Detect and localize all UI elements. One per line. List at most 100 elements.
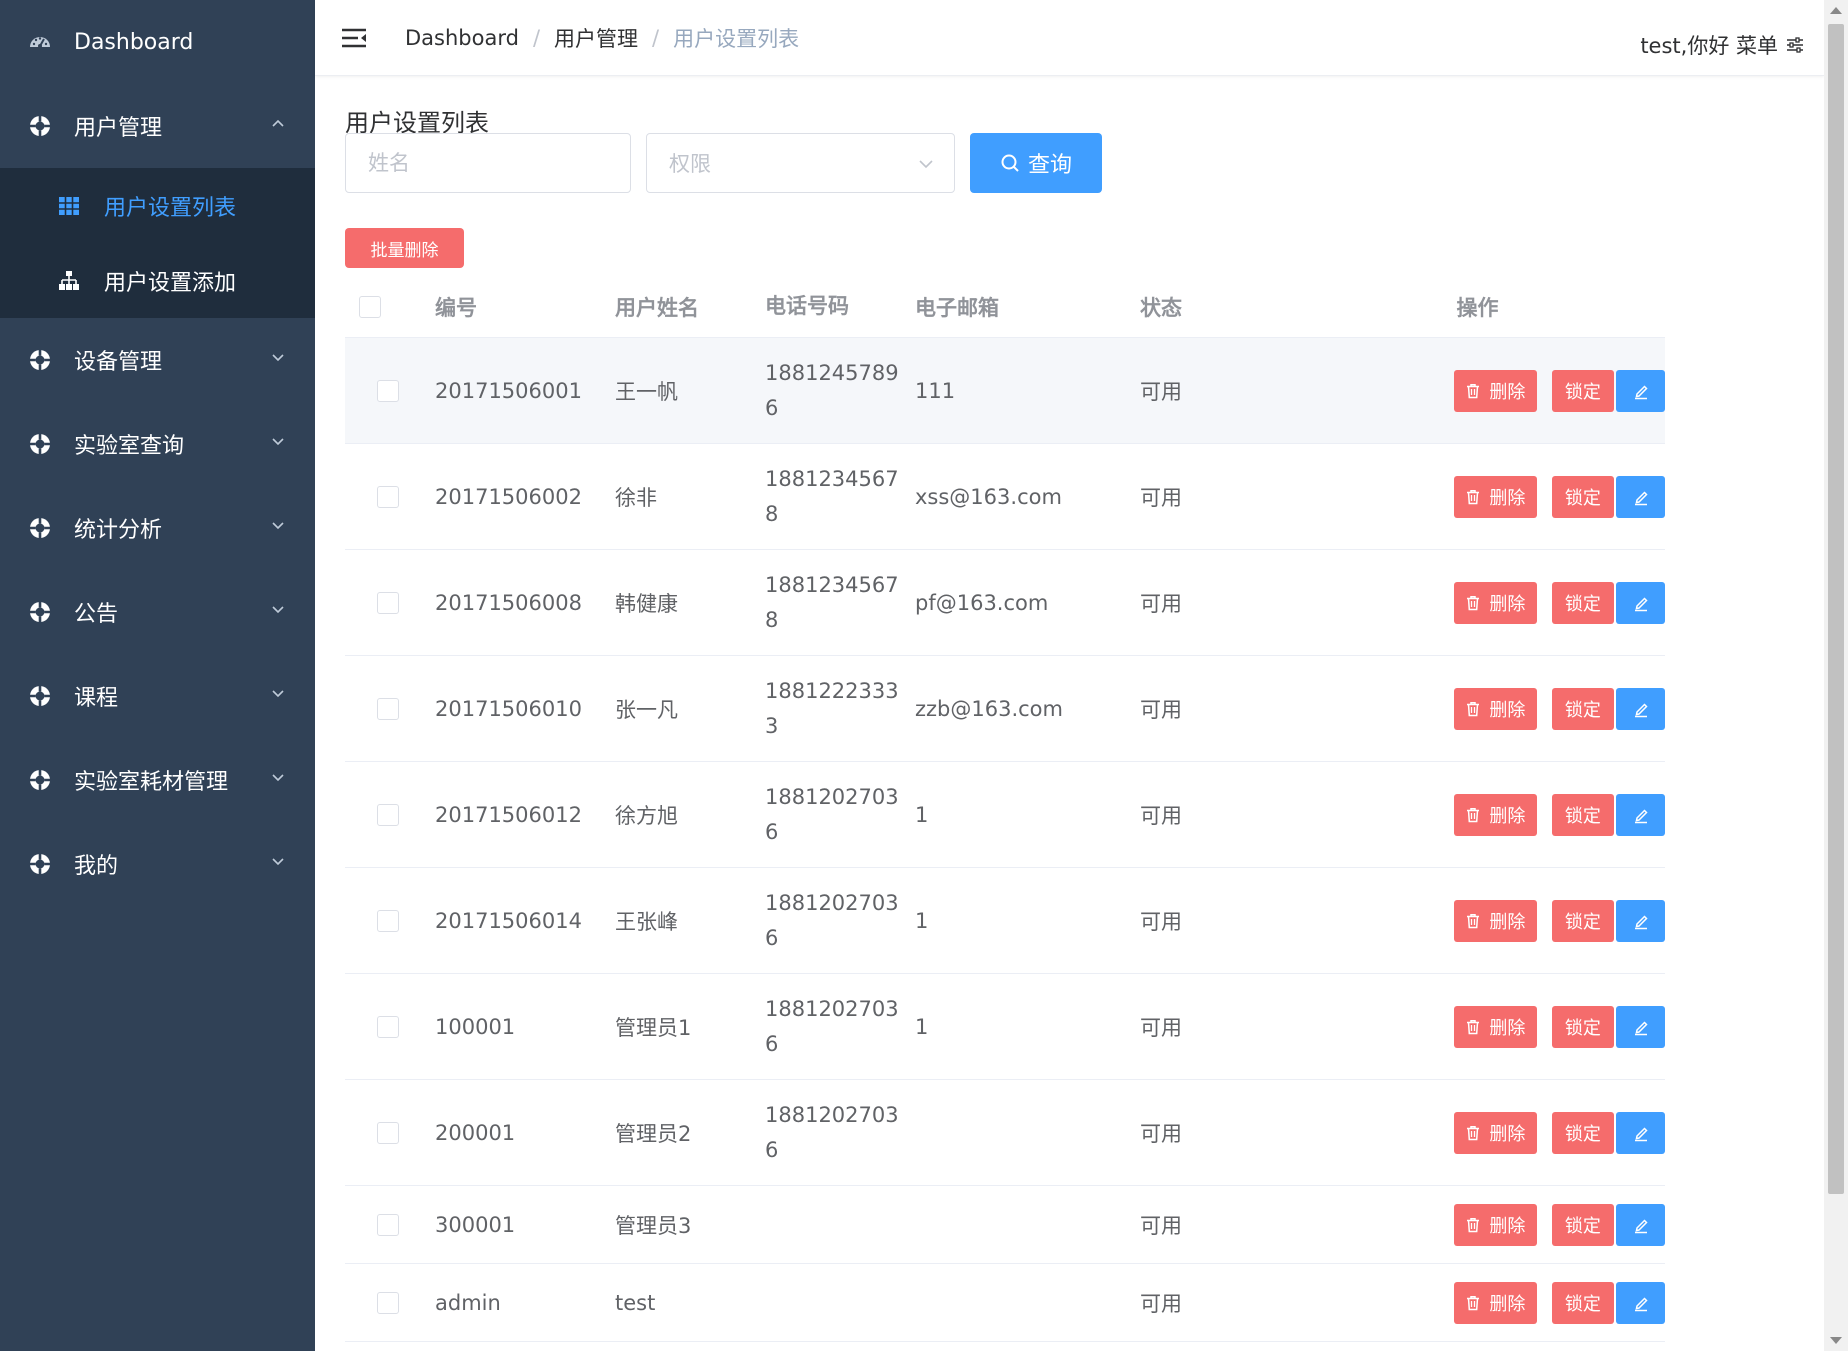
delete-button[interactable]: 删除 <box>1454 1203 1537 1246</box>
breadcrumb-item-dashboard[interactable]: Dashboard <box>405 26 519 50</box>
hamburger-menu-icon[interactable] <box>341 27 367 49</box>
cell-status: 可用 <box>1140 379 1182 404</box>
edit-button[interactable] <box>1616 687 1665 730</box>
delete-button[interactable]: 删除 <box>1454 899 1537 942</box>
cell-actions: 删除 锁定 <box>1290 1111 1665 1154</box>
lock-button[interactable]: 锁定 <box>1551 1281 1615 1324</box>
lock-button[interactable]: 锁定 <box>1551 475 1615 518</box>
row-checkbox[interactable] <box>377 697 399 720</box>
table-icon <box>58 195 80 217</box>
row-checkbox-cell <box>345 1291 435 1314</box>
row-checkbox[interactable] <box>377 1015 399 1038</box>
lifebuoy-icon <box>28 600 52 624</box>
edit-button[interactable] <box>1616 475 1665 518</box>
delete-button[interactable]: 删除 <box>1454 1281 1537 1324</box>
cell-id: 20171506001 <box>435 378 582 403</box>
cell-id: 300001 <box>435 1212 516 1237</box>
select-all-checkbox[interactable] <box>359 295 381 318</box>
cell-status: 可用 <box>1140 591 1182 616</box>
lock-button[interactable]: 锁定 <box>1551 1005 1615 1048</box>
sidebar-item-user-settings-add[interactable]: 用户设置添加 <box>0 243 315 318</box>
dashboard-icon <box>28 30 52 54</box>
sliders-icon <box>1787 37 1803 53</box>
delete-button[interactable]: 删除 <box>1454 687 1537 730</box>
edit-pencil-icon <box>1634 1126 1648 1141</box>
cell-phone: 18812223333 <box>765 678 899 738</box>
cell-name: 管理员2 <box>615 1121 692 1146</box>
delete-button-label: 删除 <box>1489 699 1526 721</box>
sidebar-item-mine[interactable]: 我的 <box>0 822 315 906</box>
chevron-down-icon <box>272 858 284 866</box>
cell-id: 20171506014 <box>435 908 582 933</box>
row-checkbox[interactable] <box>377 1291 399 1314</box>
delete-button[interactable]: 删除 <box>1454 581 1537 624</box>
cell-status: 可用 <box>1140 485 1182 510</box>
edit-button[interactable] <box>1616 1203 1665 1246</box>
row-checkbox[interactable] <box>377 803 399 826</box>
lock-button[interactable]: 锁定 <box>1551 581 1615 624</box>
delete-button-label: 删除 <box>1489 1017 1526 1039</box>
delete-button-label: 删除 <box>1489 1215 1526 1237</box>
trash-icon <box>1467 913 1480 928</box>
lock-button[interactable]: 锁定 <box>1551 369 1615 412</box>
query-button[interactable]: 查询 <box>970 133 1102 193</box>
sidebar-item-dashboard[interactable]: Dashboard <box>0 0 315 84</box>
name-search-input[interactable] <box>345 133 631 193</box>
delete-button[interactable]: 删除 <box>1454 1111 1537 1154</box>
sidebar-item-statistics[interactable]: 统计分析 <box>0 486 315 570</box>
edit-button[interactable] <box>1616 581 1665 624</box>
lock-button[interactable]: 锁定 <box>1551 793 1615 836</box>
delete-button[interactable]: 删除 <box>1454 1005 1537 1048</box>
cell-email: 111 <box>915 378 956 403</box>
edit-button[interactable] <box>1616 1005 1665 1048</box>
user-menu-dropdown[interactable]: test,你好 菜单 <box>1640 30 1804 60</box>
row-checkbox[interactable] <box>377 379 399 402</box>
edit-button[interactable] <box>1616 899 1665 942</box>
scroll-down-arrow-icon[interactable] <box>1830 1337 1842 1344</box>
cell-name: 韩健康 <box>615 591 678 616</box>
lock-button[interactable]: 锁定 <box>1551 1203 1615 1246</box>
cell-id: 100001 <box>435 1014 516 1039</box>
permission-select[interactable]: 权限 <box>646 133 955 193</box>
sidebar-item-courses[interactable]: 课程 <box>0 654 315 738</box>
batch-delete-button[interactable]: 批量删除 <box>345 228 464 268</box>
edit-button[interactable] <box>1616 1111 1665 1154</box>
table-row: 20171506001 王一帆 18812457896 111 可用 删除 锁定 <box>345 338 1665 444</box>
sidebar-item-user-management[interactable]: 用户管理 <box>0 84 315 168</box>
edit-button[interactable] <box>1616 369 1665 412</box>
page-scrollbar[interactable] <box>1824 0 1848 1351</box>
sidebar-item-lab-query[interactable]: 实验室查询 <box>0 402 315 486</box>
lock-button[interactable]: 锁定 <box>1551 1111 1615 1154</box>
trash-icon <box>1467 489 1480 504</box>
delete-button[interactable]: 删除 <box>1454 793 1537 836</box>
lifebuoy-icon <box>28 768 52 792</box>
scroll-up-arrow-icon[interactable] <box>1830 7 1842 14</box>
lock-button[interactable]: 锁定 <box>1551 687 1615 730</box>
edit-pencil-icon <box>1634 702 1648 717</box>
row-checkbox[interactable] <box>377 591 399 614</box>
cell-email: zzb@163.com <box>915 696 1063 721</box>
user-menu-label: test,你好 菜单 <box>1640 34 1778 58</box>
sidebar-item-announcements[interactable]: 公告 <box>0 570 315 654</box>
chevron-up-icon <box>272 119 284 127</box>
sidebar-item-device-management[interactable]: 设备管理 <box>0 318 315 402</box>
lock-button[interactable]: 锁定 <box>1551 899 1615 942</box>
cell-status: 可用 <box>1140 1015 1182 1040</box>
breadcrumb-item-user-management[interactable]: 用户管理 <box>554 23 638 53</box>
scrollbar-thumb[interactable] <box>1828 24 1844 1194</box>
row-checkbox[interactable] <box>377 1213 399 1236</box>
trash-icon <box>1467 701 1480 716</box>
row-checkbox[interactable] <box>377 1121 399 1144</box>
sidebar-item-label: 用户管理 <box>74 116 163 141</box>
sidebar-item-label: 统计分析 <box>74 518 163 543</box>
sidebar-item-lab-consumables[interactable]: 实验室耗材管理 <box>0 738 315 822</box>
sidebar-item-user-settings-list[interactable]: 用户设置列表 <box>0 168 315 243</box>
edit-button[interactable] <box>1616 793 1665 836</box>
edit-button[interactable] <box>1616 1281 1665 1324</box>
table-body: 20171506001 王一帆 18812457896 111 可用 删除 锁定 201715… <box>345 338 1665 1342</box>
row-checkbox[interactable] <box>377 909 399 932</box>
row-checkbox[interactable] <box>377 485 399 508</box>
edit-pencil-icon <box>1634 1218 1648 1233</box>
delete-button[interactable]: 删除 <box>1454 369 1537 412</box>
delete-button[interactable]: 删除 <box>1454 475 1537 518</box>
